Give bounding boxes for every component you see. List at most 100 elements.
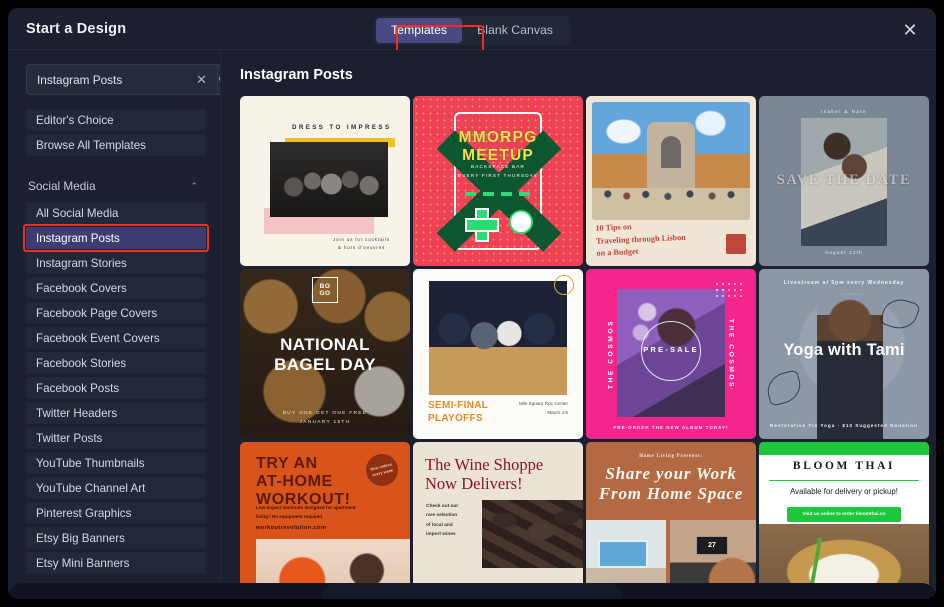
- card-title: Share your Work From Home Space: [598, 464, 744, 504]
- party-photo: [270, 142, 388, 217]
- card-subtitle: Available for delivery or pickup!: [790, 487, 898, 496]
- dock-inner: [322, 583, 622, 599]
- lisbon-photo: [592, 102, 750, 220]
- sidebar-item-etsy-big-banners[interactable]: Etsy Big Banners: [26, 527, 206, 549]
- start-a-design-modal: Start a Design Templates Blank Canvas ✕ …: [8, 8, 936, 599]
- card-subtitle: Join us for cocktails & hors d'oeuvres: [333, 237, 390, 250]
- card-title: 10 Tips on Traveling through Lisbon on a…: [595, 222, 686, 259]
- card-title: BLOOM THAI: [792, 460, 896, 472]
- card-subtitle: Low-impact workouts designed for apartme…: [256, 505, 356, 519]
- card-title: Yoga with Tami: [783, 341, 905, 359]
- template-card-wine-shoppe[interactable]: The Wine Shoppe Now Delivers! Check out …: [413, 442, 583, 599]
- chive-garnish: [801, 538, 831, 586]
- green-header-bar: [759, 442, 929, 455]
- search-icon: [219, 76, 220, 82]
- new-videos-badge: New videos every week: [362, 450, 402, 490]
- sidebar-item-facebook-stories[interactable]: Facebook Stories: [26, 352, 206, 374]
- couple-names: Isabel & Nate: [821, 109, 867, 114]
- sidebar-item-facebook-event-covers[interactable]: Facebook Event Covers: [26, 327, 206, 349]
- chevron-up-icon: ⌃: [190, 180, 198, 191]
- card-top-text: Livestream at 5pm every Wednesday: [783, 280, 905, 286]
- search-row: ✕: [26, 64, 220, 95]
- button-circle-icon: [509, 210, 533, 234]
- yoga-photo: [817, 295, 883, 439]
- card-subtitle: BUY ONE GET ONE FREE JANUARY 15TH: [282, 410, 368, 425]
- template-card-semi-final-playoffs[interactable]: SEMI-FINAL PLAYOFFS Mile Square Rec Cent…: [413, 269, 583, 439]
- template-card-lisbon-travel-tips[interactable]: 10 Tips on Traveling through Lisbon on a…: [586, 96, 756, 266]
- sidebar-item-youtube-thumbnails[interactable]: YouTube Thumbnails: [26, 452, 206, 474]
- template-card-national-bagel-day[interactable]: BO GO NATIONAL BAGEL DAY BUY ONE GET ONE…: [240, 269, 410, 439]
- sidebar-item-twitter-headers[interactable]: Twitter Headers: [26, 402, 206, 424]
- clear-search-icon[interactable]: ✕: [192, 73, 211, 86]
- brand-right: THE COSMOS: [727, 318, 735, 390]
- card-title: The Wine Shoppe Now Delivers!: [425, 455, 544, 494]
- template-card-dress-to-impress[interactable]: DRESS TO IMPRESS Join us for cocktails &…: [240, 96, 410, 266]
- card-title: SEMI-FINAL PLAYOFFS: [428, 400, 489, 424]
- gallery-title: Instagram Posts: [240, 67, 353, 83]
- card-title: MMORPG MEETUP: [458, 129, 538, 164]
- ring-icon: [554, 275, 574, 295]
- page-title: Start a Design: [26, 20, 127, 37]
- card-pretitle: Home Living Presents:: [639, 454, 703, 459]
- template-card-yoga-with-tami[interactable]: Livestream at 5pm every Wednesday Yoga w…: [759, 269, 929, 439]
- card-url: workoutrevolution.com: [256, 525, 327, 531]
- bottom-dock: [8, 583, 936, 599]
- sidebar-item-browse-all-templates[interactable]: Browse All Templates: [26, 134, 206, 156]
- speaker-dashes: [465, 192, 533, 196]
- modal-header: Start a Design Templates Blank Canvas ✕: [8, 8, 936, 53]
- tab-templates[interactable]: Templates: [376, 18, 463, 43]
- template-gallery: Instagram Posts DRESS TO IMPRESS Join us…: [222, 50, 936, 599]
- sidebar-item-youtube-channel-art[interactable]: YouTube Channel Art: [26, 477, 206, 499]
- sidebar: ✕ Editor's Choice Browse All Templates S…: [8, 50, 221, 599]
- card-title: NATIONAL BAGEL DAY: [274, 335, 376, 375]
- divider: [769, 480, 919, 482]
- monitor-icon: [598, 540, 648, 568]
- template-card-save-the-date[interactable]: Isabel & Nate SAVE THE DATE August 12th: [759, 96, 929, 266]
- card-title: SAVE THE DATE: [776, 172, 912, 188]
- brand-left: THE COSMOS: [607, 318, 615, 390]
- template-card-the-cosmos-presale[interactable]: PRE-SALE THE COSMOS THE COSMOS PRE-ORDER…: [586, 269, 756, 439]
- close-icon[interactable]: ✕: [898, 18, 922, 42]
- wedding-date: August 12th: [825, 250, 863, 255]
- card-title: DRESS TO IMPRESS: [292, 124, 392, 131]
- template-card-bloom-thai[interactable]: BLOOM THAI Available for delivery or pic…: [759, 442, 929, 599]
- sidebar-item-etsy-mini-banners[interactable]: Etsy Mini Banners: [26, 552, 206, 574]
- search-input[interactable]: [37, 72, 192, 87]
- card-subtitle: BACKSPACE BAR EVERY FIRST THURSDAY: [458, 164, 538, 179]
- sidebar-item-instagram-stories[interactable]: Instagram Stories: [26, 252, 206, 274]
- order-online-button[interactable]: Visit us online to order bloomthai.co: [787, 507, 901, 522]
- dot-grid: [714, 281, 744, 299]
- tab-blank-canvas[interactable]: Blank Canvas: [462, 18, 568, 43]
- flower-outline-left-icon: [763, 369, 805, 407]
- template-card-at-home-workout[interactable]: TRY AN AT-HOME WORKOUT! New videos every…: [240, 442, 410, 599]
- sidebar-item-facebook-covers[interactable]: Facebook Covers: [26, 277, 206, 299]
- wine-rack-photo: [482, 500, 583, 568]
- template-card-work-from-home-space[interactable]: Home Living Presents: Share your Work Fr…: [586, 442, 756, 599]
- sidebar-item-all-social-media[interactable]: All Social Media: [26, 202, 206, 224]
- search-box[interactable]: ✕: [26, 64, 217, 95]
- arch-opening: [661, 136, 681, 168]
- stamp-icon: [726, 234, 746, 254]
- sidebar-item-pinterest-graphics[interactable]: Pinterest Graphics: [26, 502, 206, 524]
- screen-number: 27: [696, 536, 728, 555]
- template-grid: DRESS TO IMPRESS Join us for cocktails &…: [240, 96, 929, 599]
- basketball-photo: [429, 281, 567, 395]
- card-title: TRY AN AT-HOME WORKOUT!: [256, 455, 351, 509]
- sidebar-item-twitter-posts[interactable]: Twitter Posts: [26, 427, 206, 449]
- sidebar-item-label: Instagram Posts: [36, 231, 120, 245]
- template-card-mmorpg-meetup[interactable]: MMORPG MEETUP BACKSPACE BAR EVERY FIRST …: [413, 96, 583, 266]
- sidebar-group-label: Social Media: [28, 179, 96, 193]
- dpad-icon: [465, 208, 499, 242]
- sidebar-item-facebook-posts[interactable]: Facebook Posts: [26, 377, 206, 399]
- sidebar-item-facebook-page-covers[interactable]: Facebook Page Covers: [26, 302, 206, 324]
- card-subtitle: Check out our rare selection of local an…: [426, 504, 459, 538]
- sidebar-item-instagram-posts[interactable]: Instagram Posts: [23, 224, 209, 252]
- card-meta: Mile Square Rec Center March 4-5: [518, 401, 568, 415]
- search-button[interactable]: [216, 64, 220, 95]
- card-footer: Restorative Yin Yoga · $10 Suggested Don…: [770, 423, 918, 428]
- mode-tabs: Templates Blank Canvas: [374, 16, 570, 45]
- card-footer: PRE-ORDER THE NEW ALBUM TODAY!: [613, 425, 729, 430]
- sidebar-group-social-media[interactable]: Social Media ⌃: [26, 175, 206, 197]
- crowd: [592, 182, 750, 202]
- sidebar-item-editors-choice[interactable]: Editor's Choice: [26, 109, 206, 131]
